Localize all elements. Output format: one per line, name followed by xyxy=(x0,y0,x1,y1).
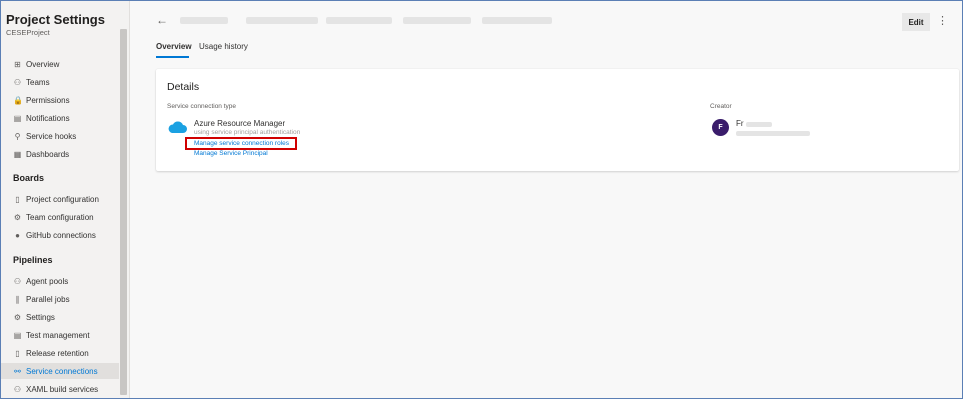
agent-pools-icon: ⚇ xyxy=(13,276,22,286)
avatar: F xyxy=(712,119,729,136)
edit-button[interactable]: Edit xyxy=(902,13,930,31)
sidebar-item-label: Project configuration xyxy=(26,194,99,204)
sidebar-item-label: Release retention xyxy=(26,348,89,358)
service-connection-type-label: Service connection type xyxy=(167,103,237,110)
sidebar-item-label: Settings xyxy=(26,312,55,322)
sidebar-item-teams[interactable]: ⚇ Teams xyxy=(1,74,119,90)
highlight-box xyxy=(185,137,297,150)
sidebar-item-label: Dashboards xyxy=(26,149,70,159)
app-window: Project Settings CESEProject ⊞ Overview ⚇ T… xyxy=(0,0,963,399)
sidebar-item-dashboards[interactable]: ▦ Dashboards xyxy=(1,146,119,162)
redacted-breadcrumb xyxy=(403,17,471,24)
sidebar-item-parallel-jobs[interactable]: ∥ Parallel jobs xyxy=(1,291,119,307)
team-config-icon: ⚙ xyxy=(13,212,22,222)
sidebar-item-test-management[interactable]: ▤ Test management xyxy=(1,327,119,343)
service-hooks-icon: ⚲ xyxy=(14,131,21,141)
sidebar-item-agent-pools[interactable]: ⚇ Agent pools xyxy=(1,273,119,289)
sidebar: Project Settings CESEProject ⊞ Overview ⚇ T… xyxy=(1,1,130,398)
creator-label: Creator xyxy=(710,103,732,110)
sidebar-item-label: Service hooks xyxy=(26,131,77,141)
creator-name: Fr xyxy=(736,119,744,128)
project-name: CESEProject xyxy=(6,28,50,37)
sidebar-item-label: Test management xyxy=(26,330,90,340)
manage-service-principal-link[interactable]: Manage Service Principal xyxy=(194,150,268,157)
sidebar-scrollbar[interactable] xyxy=(120,29,127,395)
sidebar-item-label: XAML build services xyxy=(26,384,99,394)
sidebar-item-overview[interactable]: ⊞ Overview xyxy=(1,56,119,72)
more-vertical-icon[interactable]: ⋮ xyxy=(937,14,948,27)
redacted-breadcrumb xyxy=(326,17,392,24)
github-icon: ● xyxy=(15,230,20,240)
phone-icon: ▯ xyxy=(15,348,20,358)
sidebar-item-label: Notifications xyxy=(26,113,70,123)
sidebar-item-label: Permissions xyxy=(26,95,70,105)
sidebar-item-label: Agent pools xyxy=(26,276,69,286)
sidebar-item-service-connections[interactable]: ⚯ Service connections xyxy=(1,363,119,379)
redacted-breadcrumb xyxy=(246,17,318,24)
details-card: Details Service connection type Azure Re… xyxy=(156,69,959,171)
notification-icon: ▤ xyxy=(13,113,22,123)
settings-gear-icon: ⚙ xyxy=(13,312,22,322)
parallel-jobs-icon: ∥ xyxy=(15,294,20,304)
lock-icon: 🔒 xyxy=(13,95,23,105)
document-icon: ▯ xyxy=(15,194,20,204)
redacted-breadcrumb xyxy=(482,17,552,24)
back-arrow-icon[interactable]: ← xyxy=(156,13,168,27)
sidebar-item-label: Team configuration xyxy=(26,212,94,222)
redacted-creator-name xyxy=(746,122,772,127)
sidebar-item-label: Teams xyxy=(26,77,50,87)
test-management-icon: ▤ xyxy=(13,330,22,340)
tab-usage-history[interactable]: Usage history xyxy=(199,42,248,51)
link-icon: ⚯ xyxy=(14,366,21,376)
details-title: Details xyxy=(167,81,200,93)
tab-overview[interactable]: Overview xyxy=(156,42,192,51)
sidebar-item-settings[interactable]: ⚙ Settings xyxy=(1,309,119,325)
sidebar-item-release-retention[interactable]: ▯ Release retention xyxy=(1,345,119,361)
main-content: ← Edit ⋮ Overview Usage history Details … xyxy=(130,1,962,398)
sidebar-item-label: Parallel jobs xyxy=(26,294,70,304)
sidebar-item-project-configuration[interactable]: ▯ Project configuration xyxy=(1,191,119,207)
teams-icon: ⚇ xyxy=(13,77,22,87)
sidebar-item-service-hooks[interactable]: ⚲ Service hooks xyxy=(1,128,119,144)
xaml-build-icon: ⚇ xyxy=(13,384,22,394)
overview-icon: ⊞ xyxy=(14,59,21,69)
sidebar-item-github-connections[interactable]: ● GitHub connections xyxy=(1,227,119,243)
section-header-boards: Boards xyxy=(13,173,45,183)
sidebar-item-team-configuration[interactable]: ⚙ Team configuration xyxy=(1,209,119,225)
sidebar-item-xaml-build-services[interactable]: ⚇ XAML build services xyxy=(1,381,119,397)
active-tab-indicator xyxy=(156,56,189,58)
sidebar-item-label: Service connections xyxy=(26,366,98,376)
redacted-creator-email xyxy=(736,131,810,136)
sidebar-title: Project Settings xyxy=(6,12,105,27)
service-name: Azure Resource Manager xyxy=(194,119,286,128)
redacted-breadcrumb xyxy=(180,17,228,24)
sidebar-item-label: GitHub connections xyxy=(26,230,96,240)
dashboard-icon: ▦ xyxy=(13,149,22,159)
sidebar-item-label: Overview xyxy=(26,59,60,69)
sidebar-item-notifications[interactable]: ▤ Notifications xyxy=(1,110,119,126)
sidebar-item-permissions[interactable]: 🔒 Permissions xyxy=(1,92,119,108)
service-description: using service principal authentication xyxy=(194,129,301,136)
section-header-pipelines: Pipelines xyxy=(13,255,53,265)
azure-cloud-icon xyxy=(168,121,187,133)
